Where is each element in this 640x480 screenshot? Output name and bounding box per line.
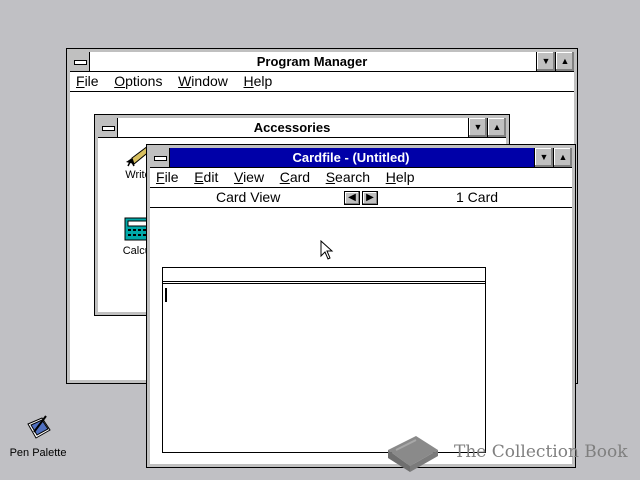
previous-card-button[interactable]: ◀	[344, 191, 360, 205]
left-arrow-icon: ◀	[348, 192, 356, 203]
minimize-button[interactable]: ▼	[536, 52, 555, 71]
pen-palette-label: Pen Palette	[9, 447, 67, 459]
menu-search[interactable]: Search	[320, 168, 376, 187]
pen-palette-icon	[27, 415, 51, 439]
window-title: Accessories	[253, 120, 331, 135]
right-arrow-icon: ▶	[366, 192, 374, 203]
pen-palette-icon-item[interactable]: Pen Palette	[6, 414, 70, 459]
view-mode-label: Card View	[216, 189, 281, 205]
menu-edit[interactable]: Edit	[188, 168, 224, 187]
menu-file[interactable]: File	[70, 72, 105, 91]
minimize-button[interactable]: ▼	[468, 118, 487, 137]
menu-window[interactable]: Window	[172, 72, 234, 91]
control-menu-box[interactable]	[70, 52, 90, 71]
cardfile-menubar: File Edit View Card Search Help	[150, 168, 572, 188]
mouse-pointer-icon	[320, 240, 334, 260]
control-menu-box[interactable]	[150, 148, 170, 167]
book-logo-icon	[388, 436, 438, 472]
cardfile-window[interactable]: Cardfile - (Untitled) ▼ ▲ File Edit View…	[146, 144, 576, 468]
menu-view[interactable]: View	[228, 168, 270, 187]
menu-help[interactable]: Help	[238, 72, 279, 91]
menu-card[interactable]: Card	[274, 168, 316, 187]
cardfile-status-bar: Card View ◀ ▶ 1 Card	[150, 188, 572, 208]
watermark-text: The Collection Book	[454, 442, 628, 462]
program-manager-titlebar[interactable]: Program Manager ▼ ▲	[70, 52, 574, 72]
text-cursor	[165, 288, 167, 302]
cardfile-workspace	[150, 208, 572, 464]
next-card-button[interactable]: ▶	[362, 191, 378, 205]
window-title: Cardfile - (Untitled)	[292, 150, 410, 165]
collection-book-watermark: The Collection Book	[384, 428, 630, 474]
program-manager-menubar: File Options Window Help	[70, 72, 574, 92]
maximize-button[interactable]: ▲	[553, 148, 572, 167]
card[interactable]	[162, 267, 486, 453]
cardfile-titlebar[interactable]: Cardfile - (Untitled) ▼ ▲	[150, 148, 572, 168]
menu-file[interactable]: File	[150, 168, 185, 187]
maximize-button[interactable]: ▲	[487, 118, 506, 137]
minimize-button[interactable]: ▼	[534, 148, 553, 167]
maximize-button[interactable]: ▲	[555, 52, 574, 71]
control-menu-box[interactable]	[98, 118, 118, 137]
accessories-titlebar[interactable]: Accessories ▼ ▲	[98, 118, 506, 138]
card-index-line[interactable]	[163, 268, 485, 284]
window-title: Program Manager	[256, 54, 368, 69]
menu-options[interactable]: Options	[108, 72, 168, 91]
menu-help[interactable]: Help	[380, 168, 421, 187]
card-count: 1 Card	[456, 189, 499, 205]
